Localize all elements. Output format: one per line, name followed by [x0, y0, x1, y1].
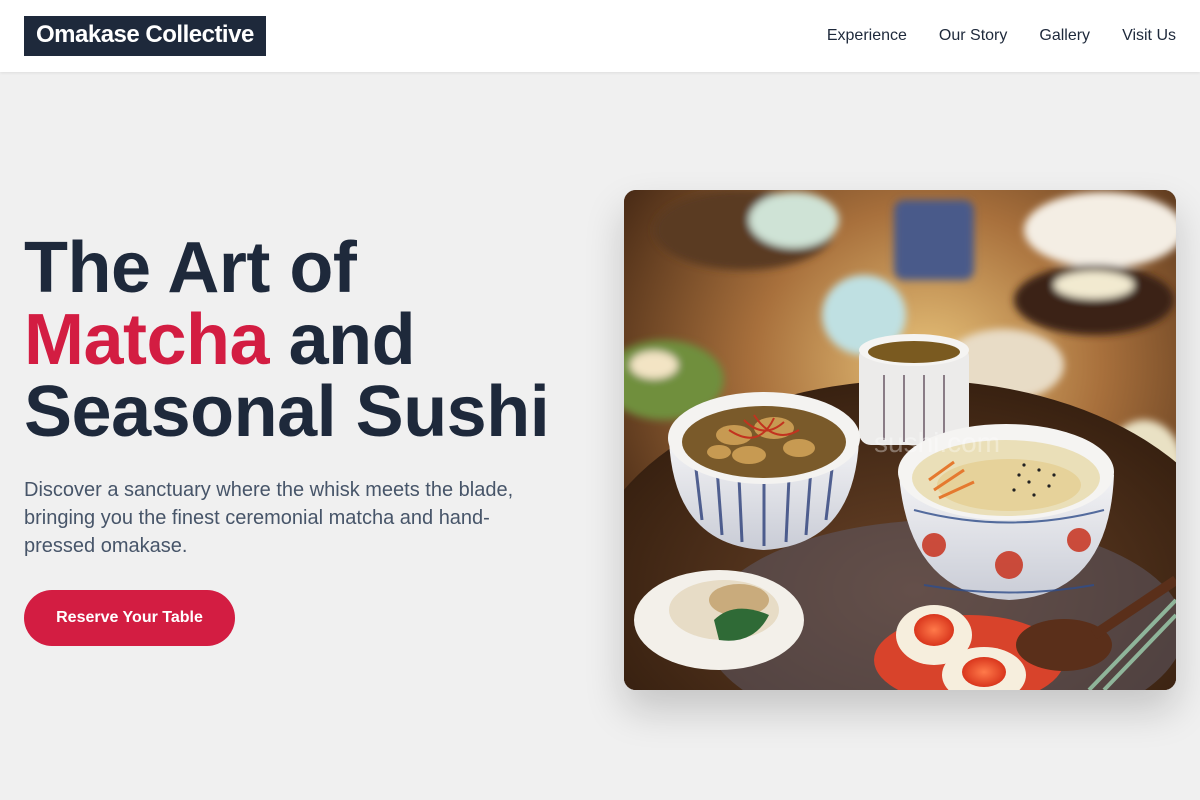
headline-line-1: The Art of: [24, 228, 357, 308]
hero-description: Discover a sanctuary where the whisk mee…: [24, 479, 514, 557]
headline-accent-word: Matcha: [24, 300, 270, 380]
main-nav: Experience Our Story Gallery Visit Us: [827, 27, 1176, 45]
nav-link-experience[interactable]: Experience: [827, 27, 907, 45]
nav-link-visit-us[interactable]: Visit Us: [1122, 27, 1176, 45]
side-dish-bowl: [634, 570, 804, 670]
food-photo-illustration: sushi.com: [624, 190, 1176, 690]
headline-line-3: Seasonal Sushi: [24, 372, 550, 452]
site-header: Omakase Collective Experience Our Story …: [0, 0, 1200, 72]
nav-link-our-story[interactable]: Our Story: [939, 27, 1007, 45]
headline-after-accent: and: [269, 300, 416, 380]
photo-watermark: sushi.com: [874, 427, 1000, 458]
hero-text: The Art of Matcha and Seasonal Sushi Dis…: [24, 232, 584, 560]
hero-food-photo: sushi.com: [624, 190, 1176, 690]
reserve-table-button[interactable]: Reserve Your Table: [24, 590, 235, 646]
hero-headline: The Art of Matcha and Seasonal Sushi: [24, 232, 584, 448]
nav-link-gallery[interactable]: Gallery: [1039, 27, 1090, 45]
site-logo[interactable]: Omakase Collective: [24, 16, 266, 56]
